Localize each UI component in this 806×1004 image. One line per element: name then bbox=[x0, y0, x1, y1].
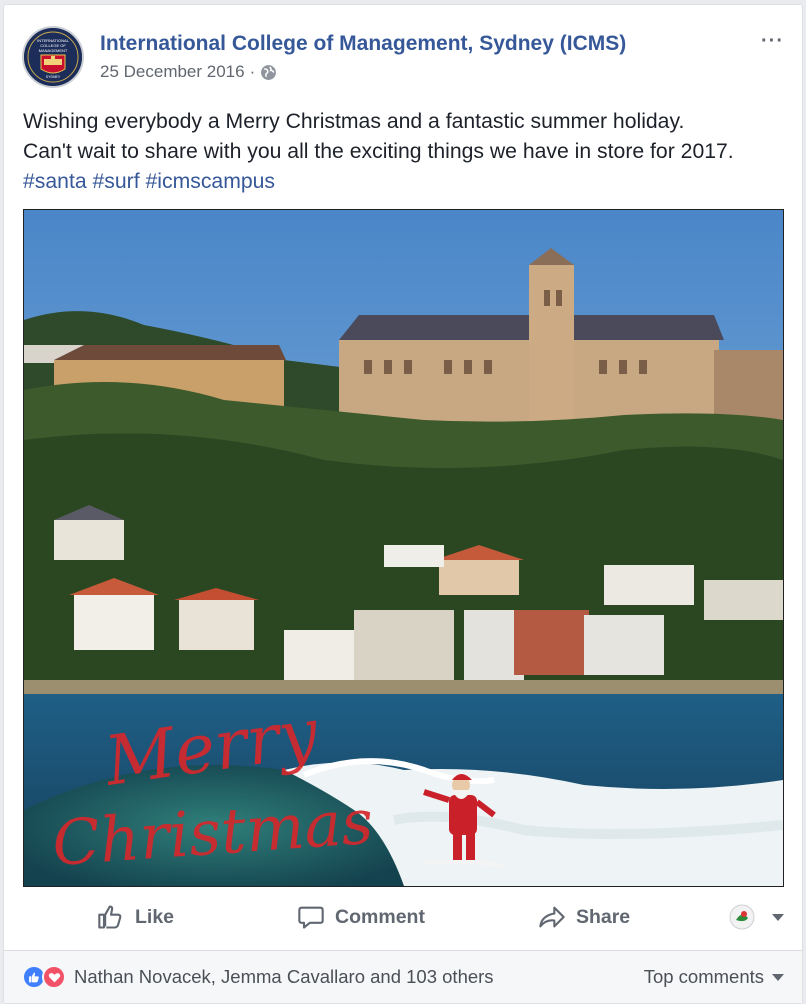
reactions-bar: Nathan Novacek, Jemma Cavallaro and 103 … bbox=[4, 951, 802, 1003]
page-name-link[interactable]: International College of Management, Syd… bbox=[100, 32, 626, 56]
hashtag-santa[interactable]: #santa bbox=[23, 170, 87, 193]
post-meta: 25 December 2016 · bbox=[100, 62, 277, 82]
like-label: Like bbox=[135, 905, 175, 928]
post-body: Wishing everybody a Merry Christmas and … bbox=[23, 107, 788, 197]
speech-bubble-icon bbox=[298, 906, 324, 929]
top-comments-label: Top comments bbox=[643, 966, 764, 987]
globe-icon[interactable] bbox=[260, 64, 277, 81]
chevron-down-icon bbox=[772, 913, 784, 921]
thumbs-up-icon bbox=[98, 905, 122, 929]
like-button[interactable]: Like bbox=[96, 903, 174, 931]
share-button[interactable]: Share bbox=[537, 903, 630, 931]
avatar-text-3: MANAGEMENT bbox=[39, 48, 68, 53]
top-comments-dropdown[interactable]: Top comments bbox=[644, 966, 784, 988]
page-mini-avatar-icon bbox=[729, 904, 755, 930]
post-card: INTERNATIONAL COLLEGE OF MANAGEMENT SYDN… bbox=[3, 4, 803, 1004]
comment-button[interactable]: Comment bbox=[296, 903, 425, 931]
post-photo[interactable]: Merry Christmas bbox=[23, 209, 784, 887]
page-avatar[interactable]: INTERNATIONAL COLLEGE OF MANAGEMENT SYDN… bbox=[22, 26, 84, 88]
reactors-summary[interactable]: Nathan Novacek, Jemma Cavallaro and 103 … bbox=[74, 966, 494, 988]
reaction-icons[interactable] bbox=[22, 965, 66, 989]
love-icon bbox=[42, 965, 66, 989]
post-actions: Like Comment Share bbox=[23, 895, 784, 939]
share-arrow-icon bbox=[539, 906, 565, 928]
comment-label: Comment bbox=[335, 905, 425, 928]
meta-separator: · bbox=[249, 62, 256, 81]
post-as-selector[interactable] bbox=[729, 904, 784, 930]
hashtag-surf[interactable]: #surf bbox=[93, 170, 140, 193]
post-text-line-2: Can't wait to share with you all the exc… bbox=[23, 140, 734, 163]
avatar-text-4: SYDNEY bbox=[46, 75, 61, 79]
post-date[interactable]: 25 December 2016 bbox=[100, 62, 245, 82]
share-label: Share bbox=[575, 905, 631, 928]
more-options-button[interactable]: ··· bbox=[761, 30, 784, 53]
post-text-line-1: Wishing everybody a Merry Christmas and … bbox=[23, 110, 685, 133]
chevron-down-icon bbox=[772, 973, 784, 981]
post-header: INTERNATIONAL COLLEGE OF MANAGEMENT SYDN… bbox=[22, 22, 784, 90]
hashtag-line: #santa #surf #icmscampus bbox=[23, 167, 788, 197]
hashtag-icmscampus[interactable]: #icmscampus bbox=[146, 170, 276, 193]
